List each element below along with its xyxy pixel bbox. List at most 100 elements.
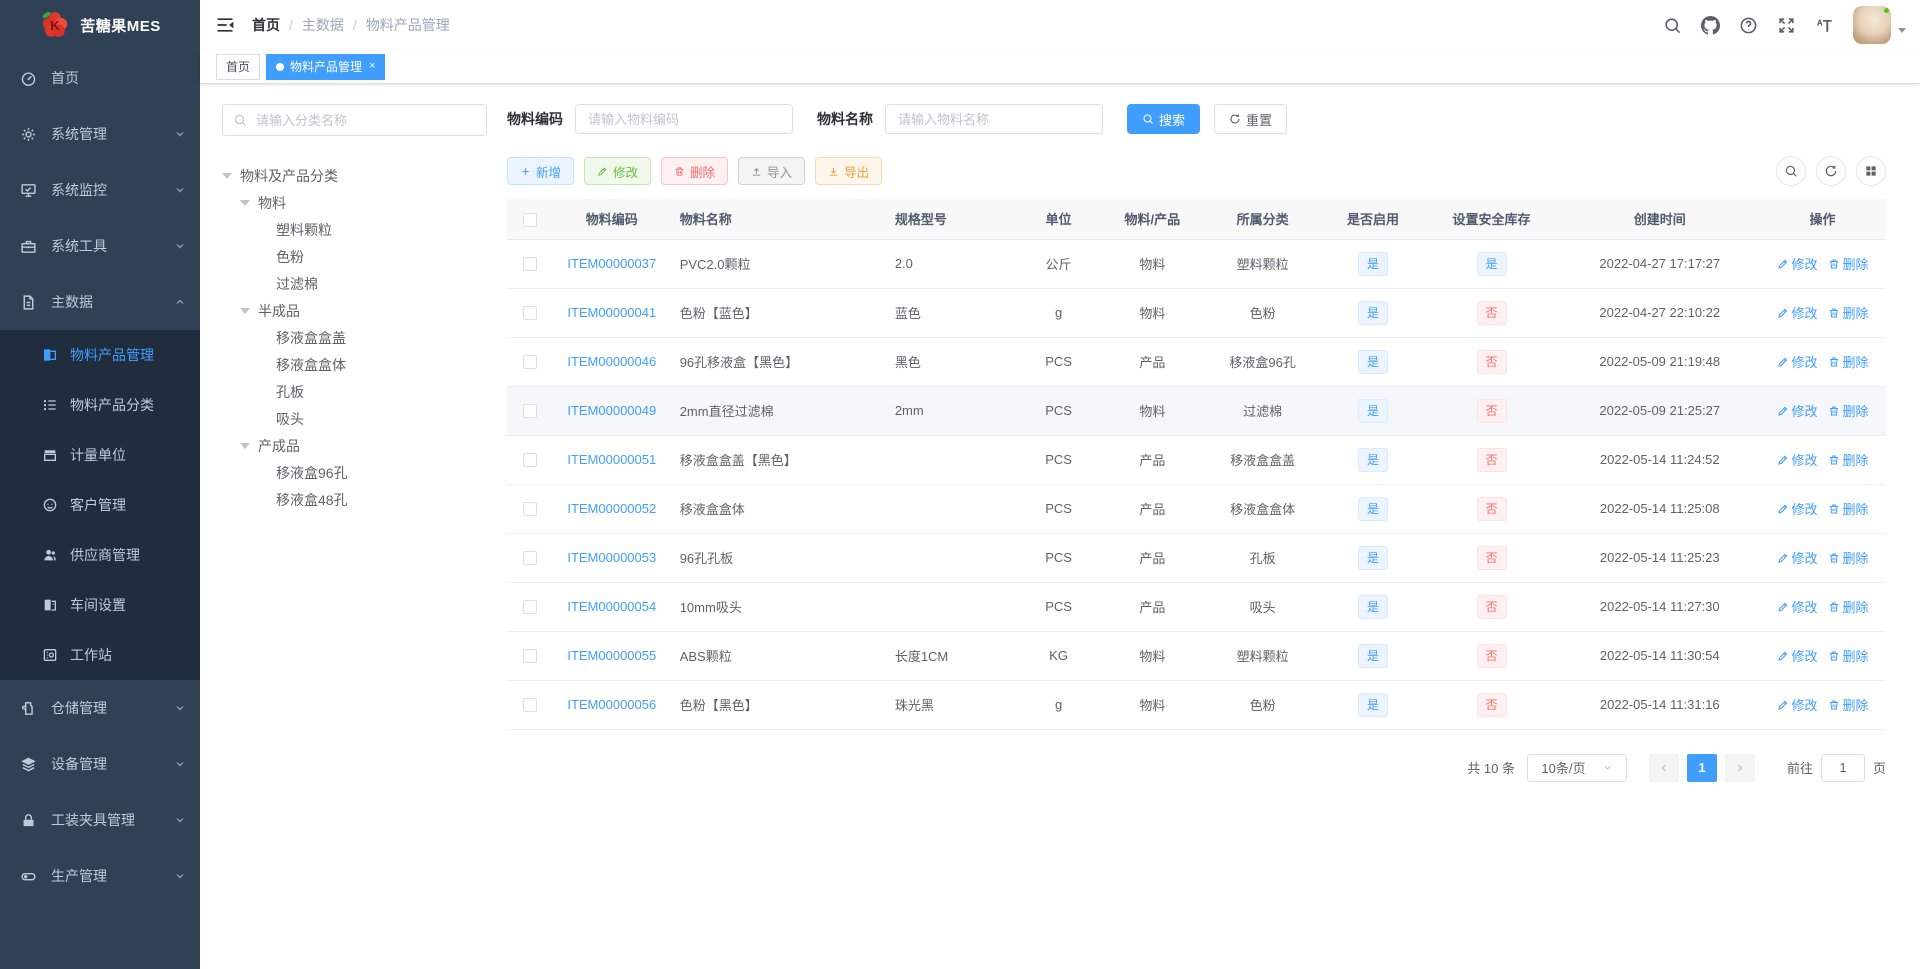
header-search-icon[interactable] bbox=[1653, 0, 1691, 50]
sidebar-item-warehouse-mgmt[interactable]: 仓储管理 bbox=[0, 680, 200, 736]
item-code-link[interactable]: ITEM00000037 bbox=[567, 256, 656, 271]
goto-page-input[interactable] bbox=[1820, 753, 1865, 782]
select-all-checkbox[interactable] bbox=[523, 212, 538, 227]
edit-link[interactable]: 修改 bbox=[1777, 695, 1818, 714]
edit-link[interactable]: 修改 bbox=[1777, 597, 1818, 616]
reset-button[interactable]: 重置 bbox=[1214, 104, 1288, 134]
page-size-select[interactable]: 10条/页 bbox=[1526, 753, 1627, 782]
edit-link[interactable]: 修改 bbox=[1777, 450, 1818, 469]
table-row[interactable]: ITEM00000051 移液盒盒盖【黑色】 PCS 产品 移液盒盒盖 是 否 … bbox=[507, 435, 1886, 485]
toggle-search-button[interactable] bbox=[1776, 156, 1806, 186]
delete-link[interactable]: 删除 bbox=[1828, 548, 1869, 567]
table-row[interactable]: ITEM00000053 96孔孔板 PCS 产品 孔板 是 否 2022-05… bbox=[507, 533, 1886, 583]
add-button[interactable]: 新增 bbox=[507, 157, 575, 185]
tree-node[interactable]: 孔板 bbox=[222, 378, 487, 405]
sidebar-item-material-product-category[interactable]: 物料产品分类 bbox=[0, 380, 200, 430]
sidebar-item-home[interactable]: 首页 bbox=[0, 50, 200, 106]
avatar[interactable] bbox=[1853, 6, 1891, 44]
sidebar-item-measure-unit[interactable]: 计量单位 bbox=[0, 430, 200, 480]
delete-button[interactable]: 删除 bbox=[661, 157, 729, 185]
row-checkbox[interactable] bbox=[523, 502, 538, 517]
breadcrumb-home[interactable]: 首页 bbox=[252, 15, 280, 35]
item-code-link[interactable]: ITEM00000055 bbox=[567, 648, 656, 663]
delete-link[interactable]: 删除 bbox=[1828, 303, 1869, 322]
tab-material-product-mgmt[interactable]: 物料产品管理 × bbox=[266, 53, 386, 80]
sidebar-item-system-tools[interactable]: 系统工具 bbox=[0, 218, 200, 274]
table-row[interactable]: ITEM00000055 ABS颗粒 长度1CM KG 物料 塑料颗粒 是 否 … bbox=[507, 631, 1886, 681]
row-checkbox[interactable] bbox=[523, 306, 538, 321]
item-code-link[interactable]: ITEM00000053 bbox=[567, 550, 656, 565]
sidebar-item-equipment-mgmt[interactable]: 设备管理 bbox=[0, 736, 200, 792]
item-code-link[interactable]: ITEM00000052 bbox=[567, 501, 656, 516]
delete-link[interactable]: 删除 bbox=[1828, 499, 1869, 518]
item-code-link[interactable]: ITEM00000054 bbox=[567, 599, 656, 614]
import-button[interactable]: 导入 bbox=[738, 157, 806, 185]
delete-link[interactable]: 删除 bbox=[1828, 646, 1869, 665]
sidebar-item-material-product-mgmt[interactable]: 物料产品管理 bbox=[0, 330, 200, 380]
edit-link[interactable]: 修改 bbox=[1777, 401, 1818, 420]
tree-node[interactable]: 物料 bbox=[222, 189, 487, 216]
delete-link[interactable]: 删除 bbox=[1828, 450, 1869, 469]
sidebar-item-system-monitor[interactable]: 系统监控 bbox=[0, 162, 200, 218]
material-name-input[interactable] bbox=[885, 104, 1103, 134]
row-checkbox[interactable] bbox=[523, 698, 538, 713]
sidebar-item-master-data[interactable]: 主数据 bbox=[0, 274, 200, 330]
delete-link[interactable]: 删除 bbox=[1828, 597, 1869, 616]
columns-button[interactable] bbox=[1856, 156, 1886, 186]
edit-link[interactable]: 修改 bbox=[1777, 646, 1818, 665]
sidebar-item-workshop-settings[interactable]: 车间设置 bbox=[0, 580, 200, 630]
row-checkbox[interactable] bbox=[523, 355, 538, 370]
tree-node[interactable]: 塑料颗粒 bbox=[222, 216, 487, 243]
delete-link[interactable]: 删除 bbox=[1828, 352, 1869, 371]
caret-down-icon[interactable] bbox=[240, 442, 250, 454]
table-row[interactable]: ITEM00000046 96孔移液盒【黑色】 黑色 PCS 产品 移液盒96孔… bbox=[507, 337, 1886, 387]
tree-search-input[interactable] bbox=[254, 111, 476, 129]
tree-node[interactable]: 产成品 bbox=[222, 432, 487, 459]
caret-down-icon[interactable] bbox=[222, 172, 232, 184]
search-button[interactable]: 搜索 bbox=[1127, 104, 1201, 134]
sidebar-item-supplier-mgmt[interactable]: 供应商管理 bbox=[0, 530, 200, 580]
table-row[interactable]: ITEM00000049 2mm直径过滤棉 2mm PCS 物料 过滤棉 是 否… bbox=[507, 386, 1886, 436]
tree-node[interactable]: 吸头 bbox=[222, 405, 487, 432]
app-logo[interactable]: K 苦糖果MES bbox=[0, 0, 200, 50]
edit-link[interactable]: 修改 bbox=[1777, 548, 1818, 567]
tree-node[interactable]: 移液盒盒盖 bbox=[222, 324, 487, 351]
sidebar-item-system-admin[interactable]: 系统管理 bbox=[0, 106, 200, 162]
row-checkbox[interactable] bbox=[523, 551, 538, 566]
item-code-link[interactable]: ITEM00000051 bbox=[567, 452, 656, 467]
row-checkbox[interactable] bbox=[523, 600, 538, 615]
row-checkbox[interactable] bbox=[523, 649, 538, 664]
edit-link[interactable]: 修改 bbox=[1777, 499, 1818, 518]
row-checkbox[interactable] bbox=[523, 404, 538, 419]
table-row[interactable]: ITEM00000052 移液盒盒体 PCS 产品 移液盒盒体 是 否 2022… bbox=[507, 484, 1886, 534]
edit-link[interactable]: 修改 bbox=[1777, 254, 1818, 273]
github-icon[interactable] bbox=[1691, 0, 1729, 50]
tree-node[interactable]: 移液盒96孔 bbox=[222, 459, 487, 486]
edit-link[interactable]: 修改 bbox=[1777, 352, 1818, 371]
tree-node[interactable]: 移液盒48孔 bbox=[222, 486, 487, 513]
breadcrumb-master-data[interactable]: 主数据 bbox=[302, 15, 344, 35]
sidebar-item-workstation[interactable]: 工作站 bbox=[0, 630, 200, 680]
table-row[interactable]: ITEM00000041 色粉【蓝色】 蓝色 g 物料 色粉 是 否 2022-… bbox=[507, 288, 1886, 338]
tab-home[interactable]: 首页 bbox=[216, 53, 261, 80]
current-page[interactable]: 1 bbox=[1686, 753, 1717, 782]
tree-node[interactable]: 过滤棉 bbox=[222, 270, 487, 297]
row-checkbox[interactable] bbox=[523, 453, 538, 468]
sidebar-item-fixture-mgmt[interactable]: 工装夹具管理 bbox=[0, 792, 200, 848]
tree-node[interactable]: 移液盒盒体 bbox=[222, 351, 487, 378]
close-icon[interactable]: × bbox=[369, 61, 375, 72]
material-code-input[interactable] bbox=[575, 104, 793, 134]
sidebar-fold-icon[interactable] bbox=[215, 15, 235, 35]
sidebar-item-production-mgmt[interactable]: 生产管理 bbox=[0, 848, 200, 904]
fullscreen-icon[interactable] bbox=[1767, 0, 1805, 50]
tree-node[interactable]: 色粉 bbox=[222, 243, 487, 270]
caret-down-icon[interactable] bbox=[240, 307, 250, 319]
item-code-link[interactable]: ITEM00000049 bbox=[567, 403, 656, 418]
item-code-link[interactable]: ITEM00000041 bbox=[567, 305, 656, 320]
row-checkbox[interactable] bbox=[523, 257, 538, 272]
refresh-button[interactable] bbox=[1816, 156, 1846, 186]
table-row[interactable]: ITEM00000037 PVC2.0颗粒 2.0 公斤 物料 塑料颗粒 是 是… bbox=[507, 239, 1886, 289]
next-page-button[interactable] bbox=[1724, 753, 1755, 782]
caret-down-icon[interactable] bbox=[240, 199, 250, 211]
caret-down-icon[interactable] bbox=[1898, 27, 1906, 37]
